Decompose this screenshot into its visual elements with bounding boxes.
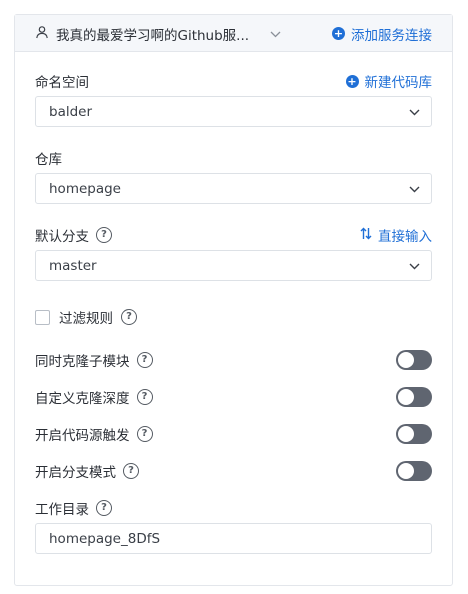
help-icon[interactable]: ?: [123, 463, 139, 479]
service-connection-panel: 我真的最爱学习啊的Github服... + 添加服务连接 命名空间 + 新建代码…: [14, 14, 453, 586]
add-service-label: 添加服务连接: [351, 27, 432, 44]
new-repo-label: 新建代码库: [364, 75, 433, 91]
chevron-down-icon: [409, 258, 420, 274]
workdir-row: 工作目录 ?: [35, 498, 432, 518]
namespace-value: balder: [49, 103, 93, 120]
help-icon[interactable]: ?: [121, 309, 137, 325]
repo-select[interactable]: homepage: [35, 173, 432, 204]
chevron-down-icon: [409, 104, 420, 120]
toggle-row-submodules: 同时克隆子模块 ?: [35, 350, 432, 370]
toggle-knob: [398, 426, 414, 442]
filter-row: 过滤规则 ?: [35, 307, 432, 327]
toggle-knob: [398, 352, 414, 368]
repo-label: 仓库: [35, 152, 62, 168]
branch-select[interactable]: master: [35, 250, 432, 281]
service-selector[interactable]: 我真的最爱学习啊的Github服...: [35, 15, 281, 52]
workdir-label: 工作目录: [35, 502, 89, 518]
branch-mode-toggle[interactable]: [396, 461, 432, 481]
panel-header: 我真的最爱学习啊的Github服... + 添加服务连接: [15, 15, 452, 52]
toggle-label: 开启分支模式: [35, 465, 116, 481]
toggle-knob: [398, 389, 414, 405]
filter-checkbox[interactable]: [35, 309, 50, 325]
branch-value: master: [49, 257, 97, 274]
namespace-label: 命名空间: [35, 75, 89, 91]
repo-row: 仓库: [35, 148, 432, 168]
workdir-value: homepage_8DfS: [49, 530, 161, 547]
clone-depth-toggle[interactable]: [396, 387, 432, 407]
help-icon[interactable]: ?: [136, 352, 153, 368]
help-icon[interactable]: ?: [136, 389, 153, 405]
branch-row: 默认分支 ? 直接输入: [35, 225, 432, 245]
toggle-row-clone-depth: 自定义克隆深度 ?: [35, 387, 432, 407]
repo-value: homepage: [49, 180, 121, 197]
help-icon[interactable]: ?: [96, 500, 112, 516]
user-icon: [35, 25, 49, 43]
namespace-select[interactable]: balder: [35, 96, 432, 127]
branch-label: 默认分支: [35, 229, 89, 245]
toggle-row-source-trigger: 开启代码源触发 ?: [35, 424, 432, 444]
add-service-connection-button[interactable]: + 添加服务连接: [332, 15, 432, 52]
new-repo-button[interactable]: + 新建代码库: [345, 71, 433, 91]
chevron-down-icon: [409, 181, 420, 197]
chevron-down-icon: [270, 26, 281, 42]
direct-input-label: 直接输入: [378, 229, 432, 245]
filter-label: 过滤规则: [59, 311, 113, 327]
help-icon[interactable]: ?: [136, 426, 153, 442]
help-icon[interactable]: ?: [96, 227, 112, 243]
toggle-knob: [398, 463, 414, 479]
swap-icon: [360, 227, 372, 244]
service-name: 我真的最爱学习啊的Github服...: [56, 27, 250, 44]
toggle-label: 自定义克隆深度: [35, 391, 130, 407]
plus-circle-icon: +: [345, 74, 359, 88]
toggle-row-branch-mode: 开启分支模式 ?: [35, 461, 432, 481]
namespace-row: 命名空间 + 新建代码库: [35, 71, 432, 91]
submodules-toggle[interactable]: [396, 350, 432, 370]
direct-input-button[interactable]: 直接输入: [360, 225, 432, 245]
toggle-label: 同时克隆子模块: [35, 354, 130, 370]
toggle-label: 开启代码源触发: [35, 428, 130, 444]
source-trigger-toggle[interactable]: [396, 424, 432, 444]
workdir-input[interactable]: homepage_8DfS: [35, 523, 432, 554]
plus-circle-icon: +: [332, 27, 345, 40]
